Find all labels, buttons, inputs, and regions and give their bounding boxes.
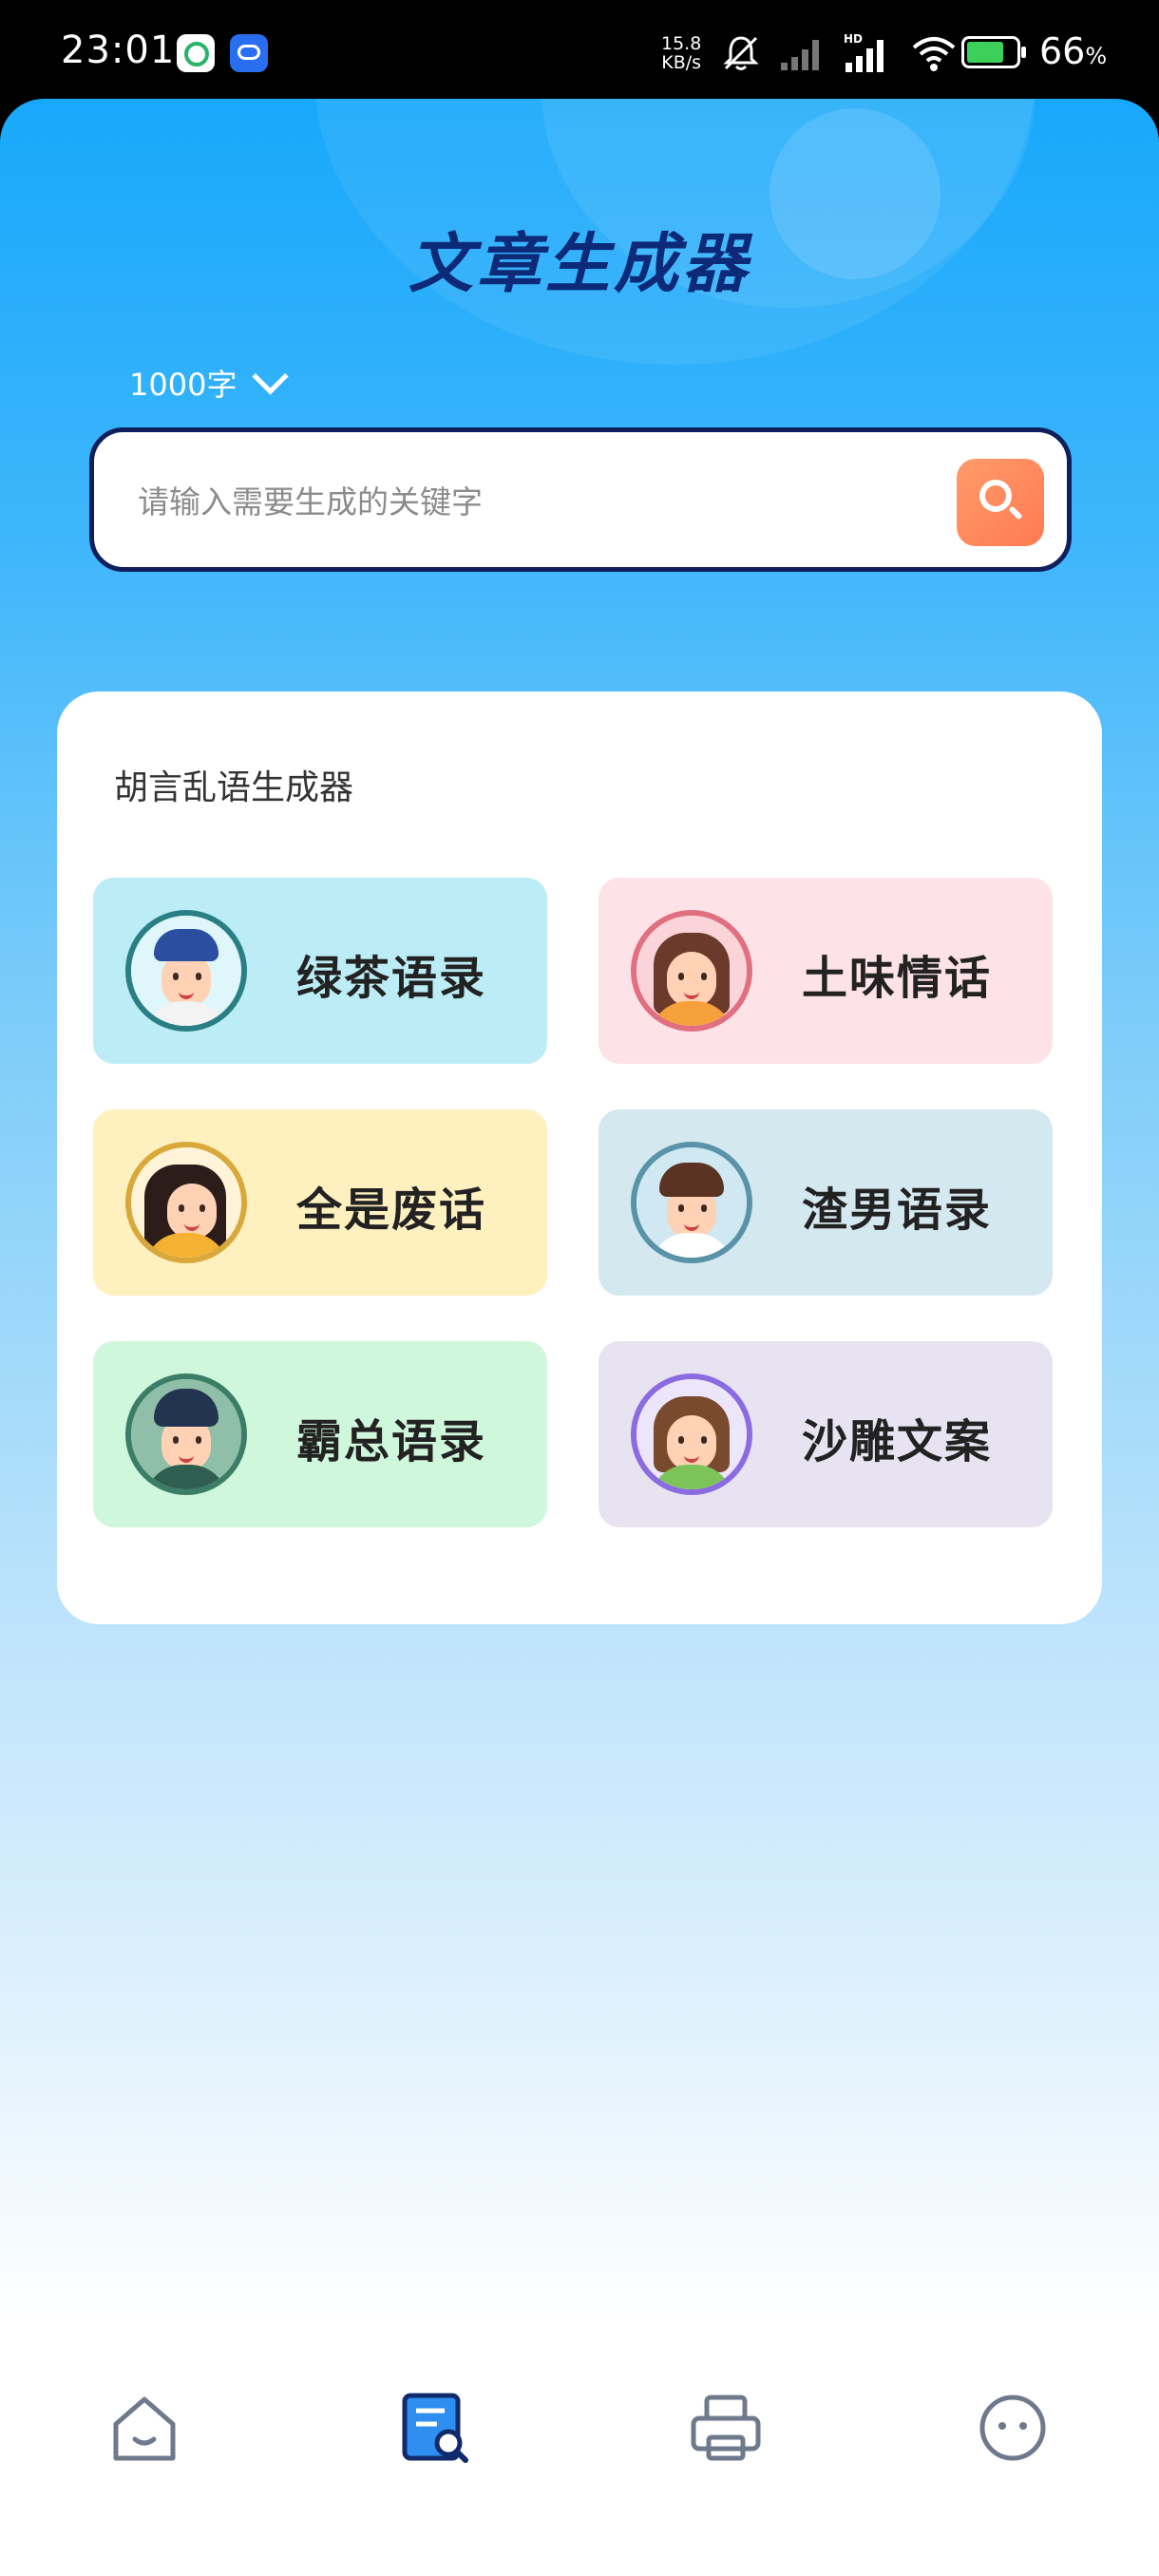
svg-text:HD: HD [844, 32, 863, 46]
girl-bow-avatar [631, 1373, 752, 1495]
system-nav-bar [0, 2549, 1159, 2576]
generator-tile-green-tea[interactable]: 绿茶语录 [93, 878, 547, 1064]
generator-tile-label: 沙雕文案 [802, 1415, 993, 1468]
generator-tile-label: 渣男语录 [802, 1184, 993, 1237]
network-speed-unit: KB/s [661, 52, 702, 73]
signal-1-icon [781, 40, 819, 70]
tab-messages[interactable] [975, 2390, 1051, 2466]
man-quiff-avatar [125, 1373, 247, 1495]
battery-charging-icon [961, 36, 1026, 68]
boy-glasses-avatar [631, 1142, 752, 1263]
tab-home[interactable] [106, 2390, 182, 2466]
bottom-tab-bar [0, 2378, 1159, 2492]
mute-bell-icon [723, 36, 759, 70]
app-screen: 文章生成器 1000字 胡言乱语生成器 绿茶语录 [0, 99, 1159, 2576]
wechat-app-icon [177, 34, 215, 72]
status-icons: HD [720, 32, 958, 74]
generator-tile-label: 土味情话 [802, 952, 993, 1005]
page-title: 文章生成器 [408, 227, 750, 302]
generator-tile-label: 绿茶语录 [296, 952, 487, 1005]
battery-percent: 66% [1039, 30, 1108, 72]
tab-article-generator[interactable] [397, 2390, 473, 2466]
word-count-dropdown[interactable]: 1000字 [129, 357, 290, 405]
document-search-icon [402, 2393, 468, 2463]
generator-tile-love-talk[interactable]: 土味情话 [598, 878, 1053, 1064]
girl-bangs-avatar [631, 910, 752, 1032]
network-speed-value: 15.8 [661, 33, 702, 54]
generator-tile-scumbag[interactable]: 渣男语录 [598, 1109, 1053, 1296]
boy-cap-avatar [125, 910, 247, 1032]
generator-tile-ceo[interactable]: 霸总语录 [93, 1341, 547, 1527]
network-speed: 15.8 KB/s [661, 34, 701, 72]
girl-ponytail-avatar [125, 1142, 247, 1263]
search-button[interactable] [957, 459, 1044, 546]
generator-tile-label: 全是废话 [296, 1184, 487, 1237]
word-count-value: 1000字 [129, 367, 238, 403]
keyword-input[interactable] [136, 470, 900, 533]
search-icon [979, 480, 1012, 512]
chevron-down-icon [252, 357, 290, 395]
printer-icon [691, 2395, 761, 2461]
status-bar: 23:01 15.8 KB/s HD 66% [0, 0, 1159, 104]
home-icon [113, 2396, 176, 2461]
generator-tile-label: 霸总语录 [296, 1415, 487, 1468]
generator-tile-funny-copy[interactable]: 沙雕文案 [598, 1341, 1053, 1527]
generator-tile-nonsense[interactable]: 全是废话 [93, 1109, 547, 1296]
status-time: 23:01 [61, 28, 176, 72]
signal-hd-icon: HD [844, 32, 884, 72]
generator-card-title: 胡言乱语生成器 [114, 768, 354, 807]
tab-print[interactable] [688, 2390, 764, 2466]
search-bar [89, 427, 1072, 572]
chat-bubble-icon [979, 2395, 1046, 2461]
generator-card: 胡言乱语生成器 绿茶语录 土味情话 全是废话 渣男语录 霸总语录 沙雕文案 [57, 691, 1102, 1624]
baidu-netdisk-app-icon [230, 34, 268, 72]
wifi-icon [912, 37, 956, 71]
